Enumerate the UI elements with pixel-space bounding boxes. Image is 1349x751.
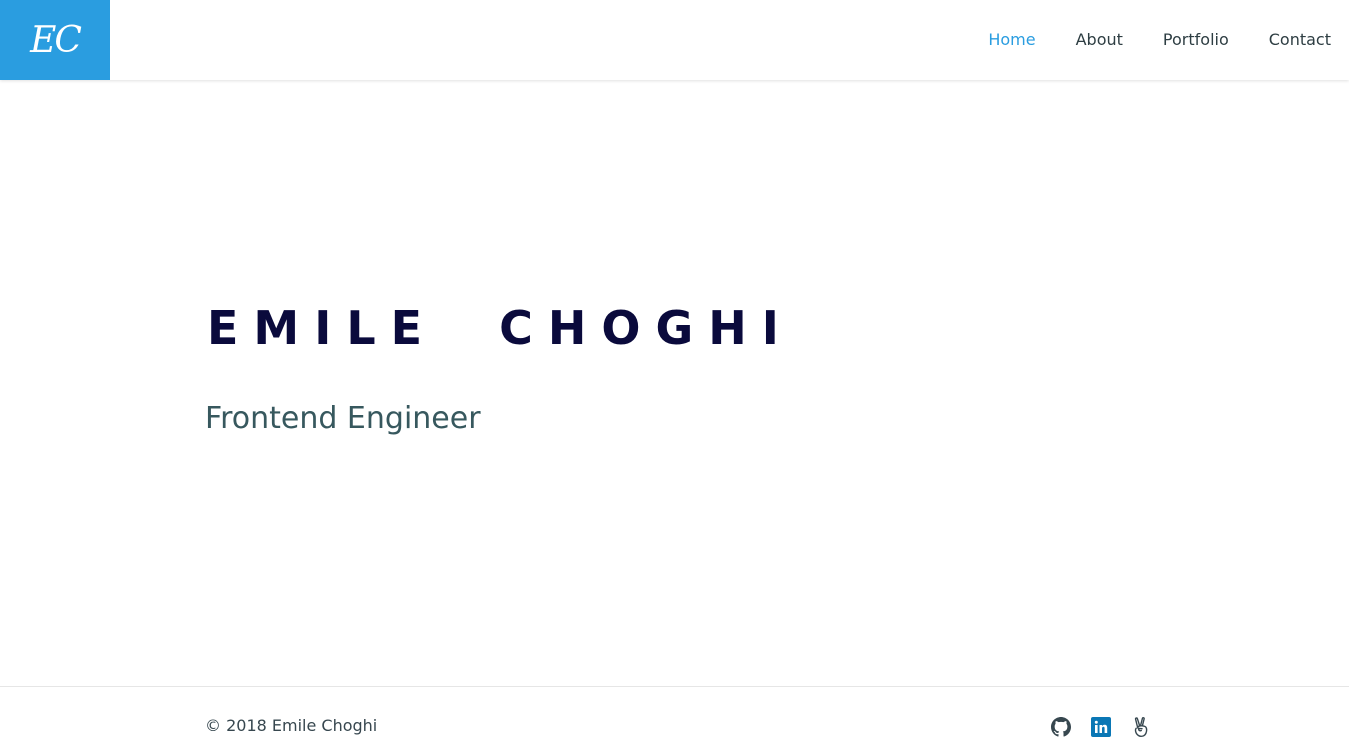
main-nav: Home About Portfolio Contact (948, 0, 1331, 80)
nav-about-link[interactable]: About (1076, 32, 1123, 48)
page: EC Home About Portfolio Contact EMILE CH… (0, 0, 1349, 751)
linkedin-icon[interactable] (1090, 716, 1112, 738)
copyright-text: © 2018 Emile Choghi (205, 716, 378, 735)
github-icon[interactable] (1050, 716, 1072, 738)
social-links (1050, 716, 1170, 738)
hero-role: Frontend Engineer (205, 401, 481, 436)
logo[interactable]: EC (0, 0, 110, 80)
site-header: EC Home About Portfolio Contact (0, 0, 1349, 80)
nav-portfolio-link[interactable]: Portfolio (1163, 32, 1229, 48)
nav-contact-link[interactable]: Contact (1269, 32, 1331, 48)
logo-text: EC (30, 20, 82, 61)
angellist-icon[interactable] (1130, 716, 1152, 738)
hero-name: EMILE CHOGHI (207, 301, 794, 355)
site-footer: © 2018 Emile Choghi (0, 686, 1349, 751)
nav-home-link[interactable]: Home (988, 32, 1035, 48)
